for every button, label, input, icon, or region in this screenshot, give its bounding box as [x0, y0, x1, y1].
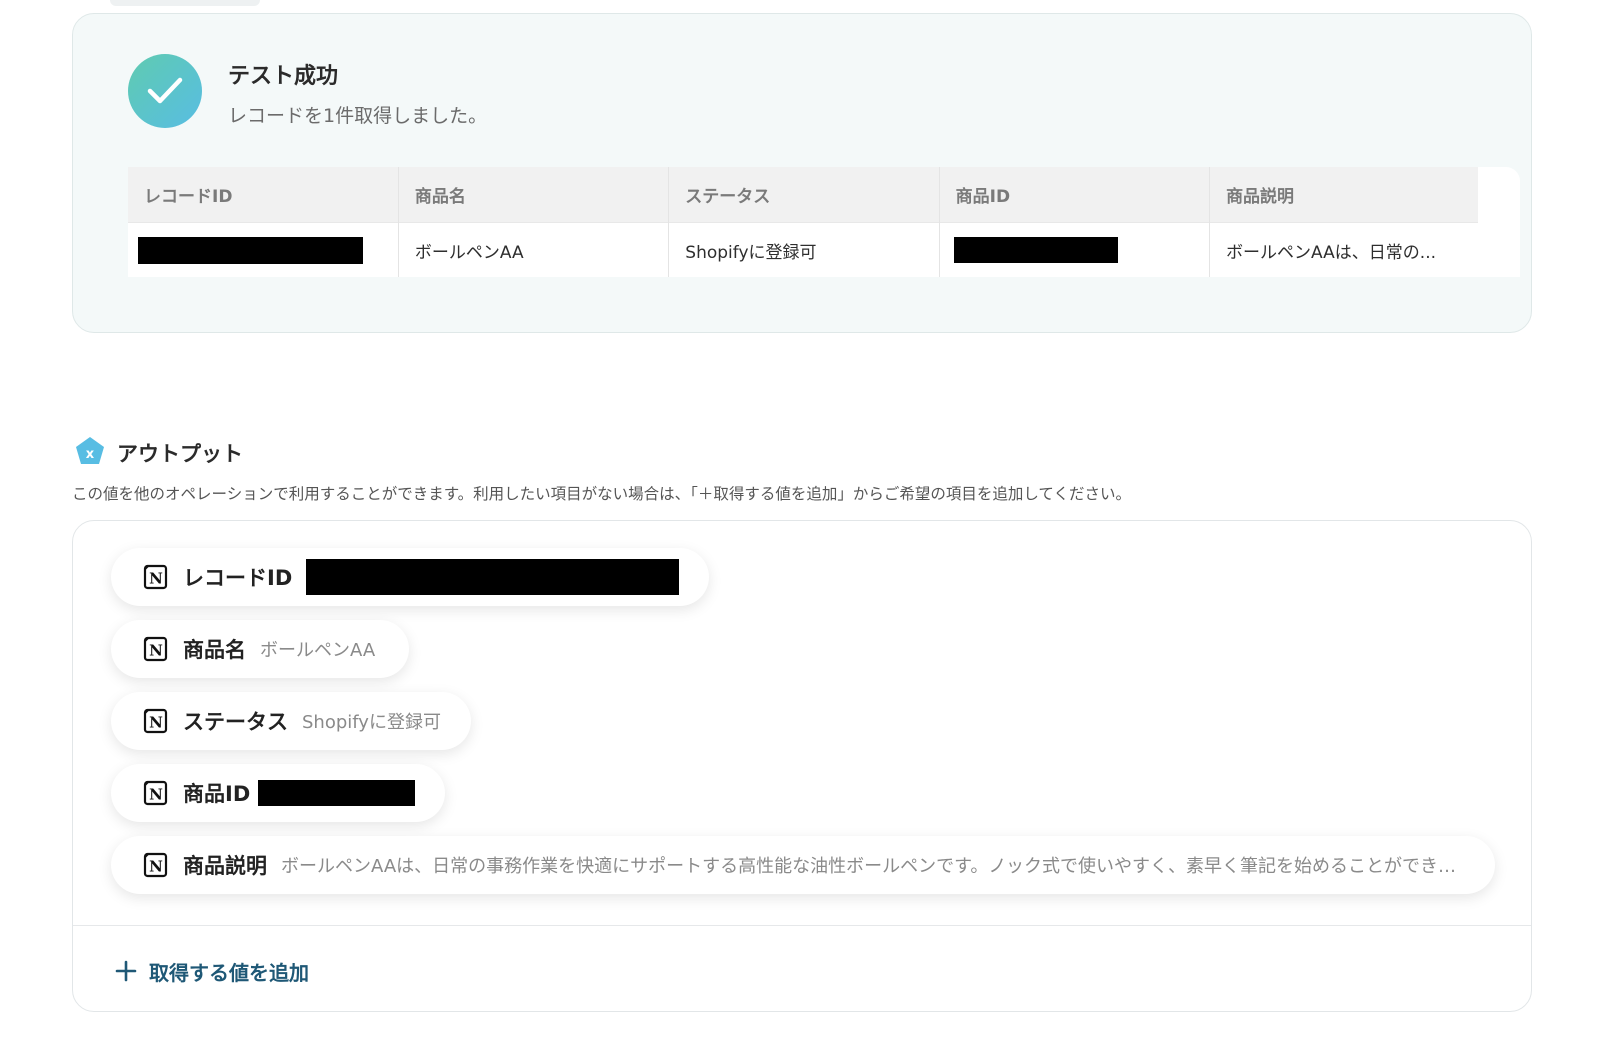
output-item-value: ボールペンAA — [260, 640, 376, 661]
output-item-label: ステータス — [183, 710, 288, 734]
notion-icon: N — [143, 564, 168, 590]
svg-text:N: N — [149, 714, 163, 732]
plus-icon — [115, 960, 137, 982]
output-pentagon-icon: x — [76, 437, 104, 464]
output-item-label: 商品説明 — [183, 854, 267, 878]
cell-status: Shopifyに登録可 — [668, 222, 940, 277]
output-panel: N レコードID N 商品名 ボールペンAA N ステータス Shopifyに登… — [72, 520, 1532, 1012]
success-check-icon — [128, 54, 202, 128]
result-table: レコードID 商品名 ステータス 商品ID 商品説明 ボールペンAA Shopi… — [128, 167, 1480, 277]
redacted-record-id — [138, 236, 363, 264]
redacted-record-id-value — [306, 559, 679, 595]
table-scroll-edge — [1478, 167, 1520, 277]
svg-text:N: N — [149, 786, 163, 804]
svg-text:x: x — [86, 447, 95, 462]
svg-text:N: N — [149, 858, 163, 876]
svg-text:N: N — [149, 570, 163, 588]
output-item-record-id[interactable]: N レコードID — [111, 548, 709, 606]
output-divider — [73, 925, 1531, 926]
success-title: テスト成功 — [228, 64, 339, 89]
notion-icon: N — [143, 852, 168, 878]
notion-icon: N — [143, 636, 168, 662]
output-description: この値を他のオペレーションで利用することができます。利用したい項目がない場合は、… — [72, 485, 1131, 503]
notion-icon: N — [143, 708, 168, 734]
output-item-label: レコードID — [183, 566, 293, 590]
test-success-panel: テスト成功 レコードを1件取得しました。 レコードID 商品名 ステータス 商品… — [72, 13, 1532, 333]
output-item-value: Shopifyに登録可 — [302, 712, 441, 733]
output-item-description[interactable]: N 商品説明 ボールペンAAは、日常の事務作業を快適にサポートする高性能な油性ボ… — [111, 836, 1495, 894]
top-tab-shadow — [110, 0, 260, 6]
redacted-product-id-value — [258, 780, 415, 806]
output-item-product-id[interactable]: N 商品ID — [111, 764, 445, 822]
column-header-status: ステータス — [668, 167, 940, 223]
output-item-product-name[interactable]: N 商品名 ボールペンAA — [111, 620, 409, 678]
cell-description: ボールペンAAは、日常の... — [1209, 222, 1480, 277]
column-header-record-id: レコードID — [128, 167, 399, 223]
output-item-status[interactable]: N ステータス Shopifyに登録可 — [111, 692, 471, 750]
output-item-label: 商品名 — [183, 638, 246, 662]
redacted-product-id — [953, 237, 1118, 263]
table-header-row: レコードID 商品名 ステータス 商品ID 商品説明 — [128, 167, 1480, 223]
notion-icon: N — [143, 780, 168, 806]
output-title: アウトプット — [117, 442, 243, 466]
column-header-description: 商品説明 — [1209, 167, 1480, 223]
cell-record-id — [128, 222, 399, 277]
cell-product-name: ボールペンAA — [398, 222, 670, 277]
svg-text:N: N — [149, 642, 163, 660]
column-header-product-name: 商品名 — [398, 167, 670, 223]
table-row: ボールペンAA Shopifyに登録可 ボールペンAAは、日常の... — [128, 222, 1480, 277]
cell-product-id — [939, 222, 1211, 277]
success-subtitle: レコードを1件取得しました。 — [228, 105, 488, 127]
add-value-label: 取得する値を追加 — [149, 960, 309, 985]
add-value-button[interactable]: 取得する値を追加 — [115, 951, 309, 991]
column-header-product-id: 商品ID — [939, 167, 1211, 223]
output-item-label: 商品ID — [183, 782, 251, 806]
output-item-value: ボールペンAAは、日常の事務作業を快適にサポートする高性能な油性ボールペンです。… — [281, 856, 1465, 877]
